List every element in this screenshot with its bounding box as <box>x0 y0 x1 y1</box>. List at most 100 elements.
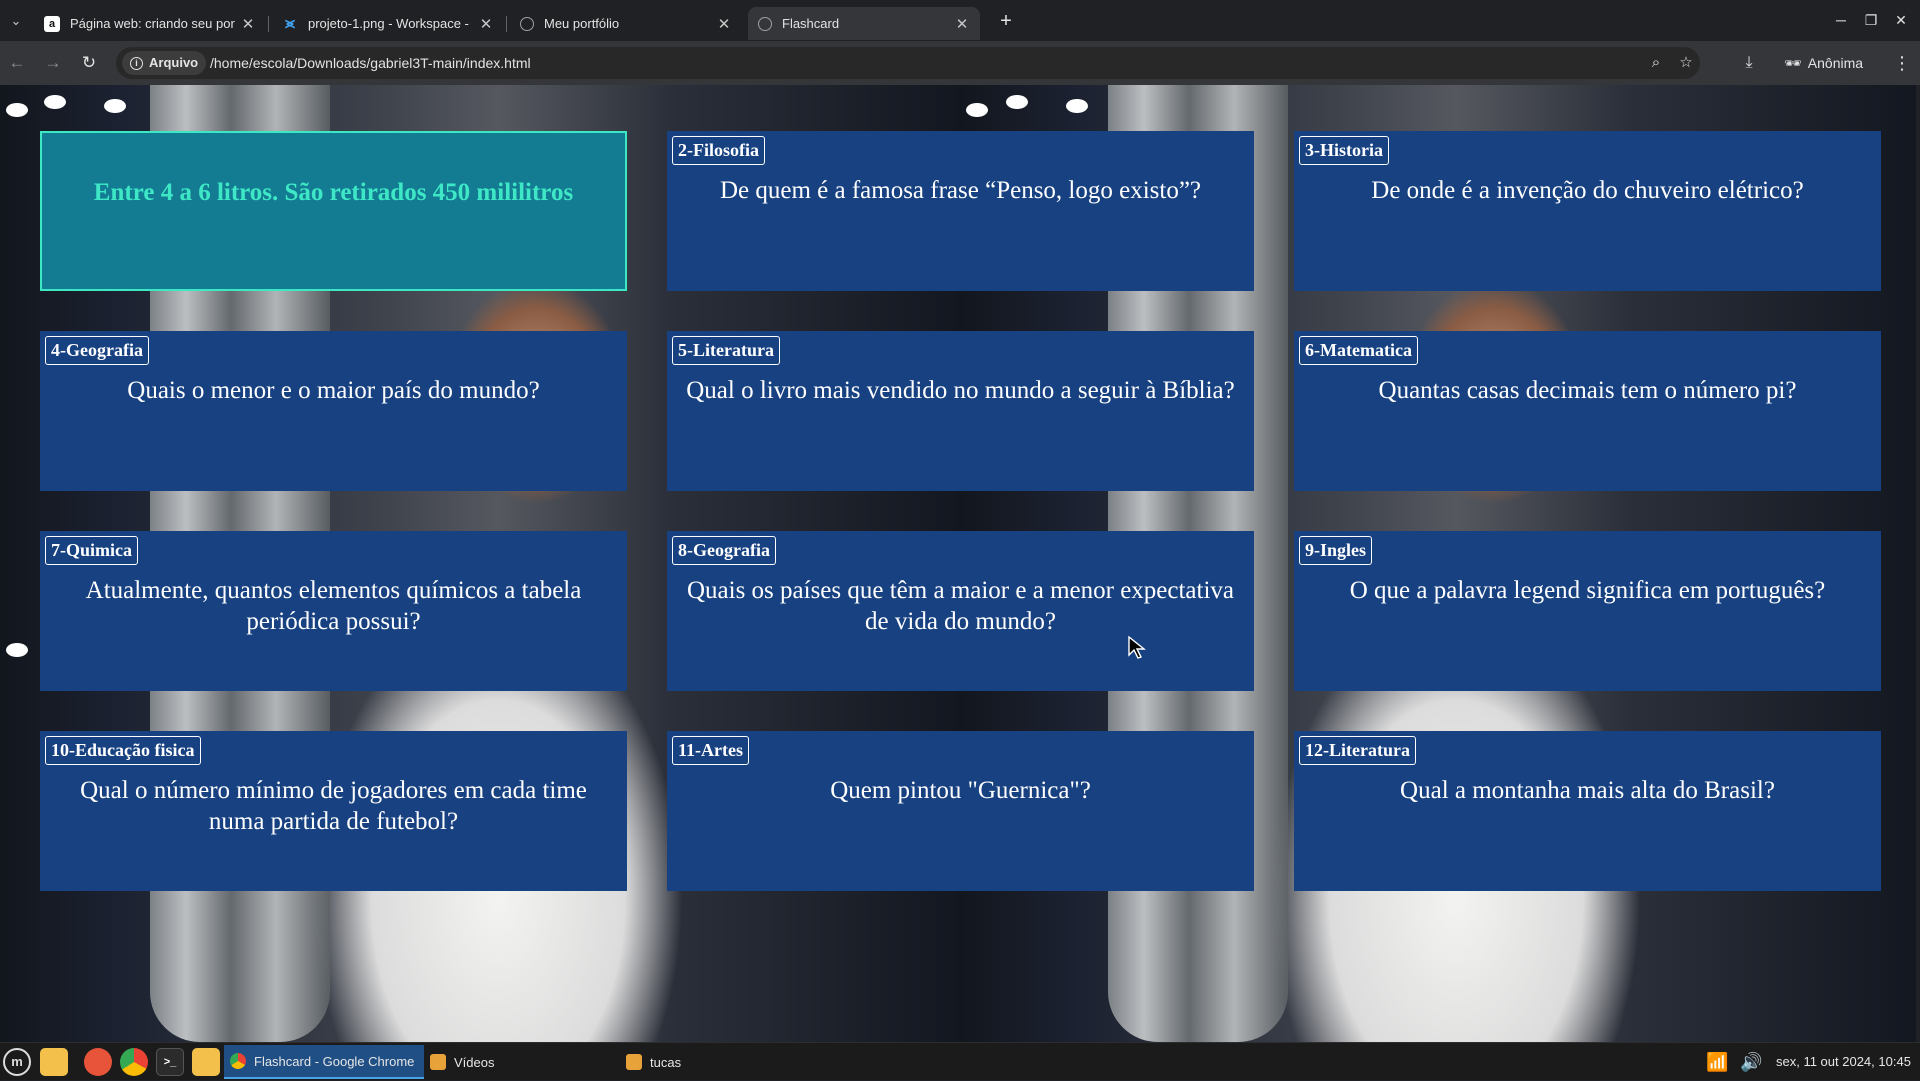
tab-title: Página web: criando seu por <box>70 16 235 31</box>
incognito-icon: 🕶 <box>1784 55 1802 71</box>
background-light-dot <box>6 103 28 117</box>
back-arrow-icon[interactable]: ← <box>4 50 30 76</box>
folder-icon[interactable] <box>192 1048 220 1076</box>
flashcard-1[interactable]: Entre 4 a 6 litros. São retirados 450 mi… <box>40 131 627 291</box>
info-icon: i <box>130 56 143 70</box>
browser-toolbar: ← → ↻ i Arquivo /home/escola/Downloads/g… <box>0 41 1920 85</box>
tab-search-chevron-icon[interactable]: ⌄ <box>4 9 28 33</box>
background-light-dot <box>6 643 28 657</box>
browser-tab-3[interactable]: Meu portfólio ✕ <box>510 7 742 40</box>
download-icon[interactable]: ⤓ <box>1736 50 1762 76</box>
globe-icon <box>758 16 772 31</box>
vscode-icon: ⪤ <box>285 15 295 32</box>
flashcard-subject-tag: 7-Quimica <box>45 536 138 565</box>
clock[interactable]: sex, 11 out 2024, 10:45 <box>1776 1043 1918 1081</box>
flashcard-subject-tag: 6-Matematica <box>1299 336 1418 365</box>
tab-title: projeto-1.png - Workspace - <box>308 16 469 31</box>
close-tab-icon[interactable]: ✕ <box>240 15 256 33</box>
flashcard-4[interactable]: 4-Geografia Quais o menor e o maior país… <box>40 331 627 491</box>
flashcard-grid: Entre 4 a 6 litros. São retirados 450 mi… <box>40 131 1881 891</box>
minimize-window-icon[interactable]: ─ <box>1826 8 1856 32</box>
globe-icon <box>520 16 534 31</box>
folder-icon <box>430 1054 446 1070</box>
site-info-chip[interactable]: i Arquivo <box>122 51 207 75</box>
flashcard-question: De quem é a famosa frase “Penso, logo ex… <box>719 177 1202 204</box>
close-tab-icon[interactable]: ✕ <box>716 15 732 33</box>
flashcard-subject-tag: 12-Literatura <box>1299 736 1416 765</box>
flashcard-question: Qual o livro mais vendido no mundo a seg… <box>686 377 1235 404</box>
browser-tab-2[interactable]: ⪤ projeto-1.png - Workspace - ✕ <box>272 7 504 40</box>
new-tab-button[interactable]: + <box>992 8 1020 36</box>
files-folder-icon[interactable] <box>40 1048 68 1076</box>
reload-icon[interactable]: ↻ <box>76 50 102 76</box>
bookmark-star-icon[interactable]: ☆ <box>1674 51 1698 75</box>
browser-tab-active[interactable]: Flashcard ✕ <box>748 7 980 40</box>
firefox-icon[interactable] <box>84 1048 112 1076</box>
background-light-dot <box>44 95 66 109</box>
flashcard-10[interactable]: 10-Educação fisica Qual o número mínimo … <box>40 731 627 891</box>
flashcard-subject-tag: 11-Artes <box>672 736 749 765</box>
flashcard-12[interactable]: 12-Literatura Qual a montanha mais alta … <box>1294 731 1881 891</box>
site-info-label: Arquivo <box>149 55 199 70</box>
background-light-dot <box>966 103 988 117</box>
flashcard-question: Qual o número mínimo de jogadores em cad… <box>80 777 587 835</box>
forward-arrow-icon[interactable]: → <box>40 50 66 76</box>
tab-divider <box>506 16 507 32</box>
background-light-dot <box>1066 99 1088 113</box>
tab-title: Meu portfólio <box>544 16 620 31</box>
flashcard-5[interactable]: 5-Literatura Qual o livro mais vendido n… <box>667 331 1254 491</box>
chrome-icon <box>230 1053 246 1069</box>
flashcard-question: Quais o menor e o maior país do mundo? <box>127 377 540 404</box>
mouse-cursor-icon <box>1128 636 1146 659</box>
flashcard-subject-tag: 2-Filosofia <box>672 136 765 165</box>
flashcard-subject-tag: 8-Geografia <box>672 536 776 565</box>
flashcard-8[interactable]: 8-Geografia Quais os países que têm a ma… <box>667 531 1254 691</box>
flashcard-question: De onde é a invenção do chuveiro elétric… <box>1371 177 1804 204</box>
volume-icon[interactable]: 🔊 <box>1740 1043 1762 1081</box>
flashcard-question: O que a palavra legend significa em port… <box>1349 577 1826 604</box>
wifi-icon[interactable]: 📶 <box>1706 1043 1728 1081</box>
tab-divider <box>268 16 269 32</box>
flashcard-7[interactable]: 7-Quimica Atualmente, quantos elementos … <box>40 531 627 691</box>
tab-title: Flashcard <box>782 16 840 31</box>
background-light-dot <box>1006 95 1028 109</box>
taskbar-window-chrome[interactable]: Flashcard - Google Chrome <box>224 1045 424 1079</box>
flashcard-question: Atualmente, quantos elementos químicos a… <box>85 577 582 635</box>
taskbar-window-tucas[interactable]: tucas <box>620 1045 816 1079</box>
flashcard-3[interactable]: 3-Historia De onde é a invenção do chuve… <box>1294 131 1881 291</box>
incognito-profile-button[interactable]: 🕶 Anônima <box>1774 47 1873 79</box>
flashcard-question: Qual a montanha mais alta do Brasil? <box>1400 777 1775 804</box>
terminal-icon[interactable]: >_ <box>156 1048 184 1076</box>
browser-tab-1[interactable]: a Página web: criando seu por ✕ <box>34 7 266 40</box>
chrome-icon[interactable] <box>120 1048 148 1076</box>
browser-menu-icon[interactable]: ⋮ <box>1890 50 1914 76</box>
flashcard-subject-tag: 5-Literatura <box>672 336 780 365</box>
flashcard-6[interactable]: 6-Matematica Quantas casas decimais tem … <box>1294 331 1881 491</box>
page-viewport: Entre 4 a 6 litros. São retirados 450 mi… <box>0 85 1920 1042</box>
flashcard-subject-tag: 9-Ingles <box>1299 536 1373 565</box>
close-tab-icon[interactable]: ✕ <box>478 15 494 33</box>
flashcard-subject-tag: 10-Educação fisica <box>45 736 201 765</box>
close-window-icon[interactable]: ✕ <box>1886 8 1916 32</box>
folder-icon <box>626 1054 642 1070</box>
flashcard-question: Quantas casas decimais tem o número pi? <box>1378 377 1797 404</box>
restore-window-icon[interactable]: ❐ <box>1856 8 1886 32</box>
address-bar[interactable]: i Arquivo /home/escola/Downloads/gabriel… <box>116 47 1700 79</box>
taskbar-window-videos[interactable]: Vídeos <box>424 1045 620 1079</box>
browser-tab-bar: ⌄ a Página web: criando seu por ✕ ⪤ proj… <box>0 0 1920 41</box>
incognito-label: Anônima <box>1807 55 1864 71</box>
close-tab-icon[interactable]: ✕ <box>954 15 970 33</box>
flashcard-subject-tag: 3-Historia <box>1299 136 1389 165</box>
flashcard-question: Quais os países que têm a maior e a meno… <box>686 577 1235 635</box>
background-light-dot <box>104 99 126 113</box>
flashcard-2[interactable]: 2-Filosofia De quem é a famosa frase “Pe… <box>667 131 1254 291</box>
taskbar-window-label: Flashcard - Google Chrome <box>254 1053 415 1069</box>
url-text[interactable]: /home/escola/Downloads/gabriel3T-main/in… <box>210 47 531 79</box>
mint-menu-icon[interactable]: m <box>3 1048 31 1076</box>
zoom-icon[interactable]: ⌕ <box>1644 51 1668 75</box>
flashcard-9[interactable]: 9-Ingles O que a palavra legend signific… <box>1294 531 1881 691</box>
flashcard-subject-tag: 4-Geografia <box>45 336 149 365</box>
taskbar-window-label: Vídeos <box>454 1054 495 1070</box>
flashcard-11[interactable]: 11-Artes Quem pintou "Guernica"? <box>667 731 1254 891</box>
flashcard-answer: Entre 4 a 6 litros. São retirados 450 mi… <box>93 179 574 206</box>
